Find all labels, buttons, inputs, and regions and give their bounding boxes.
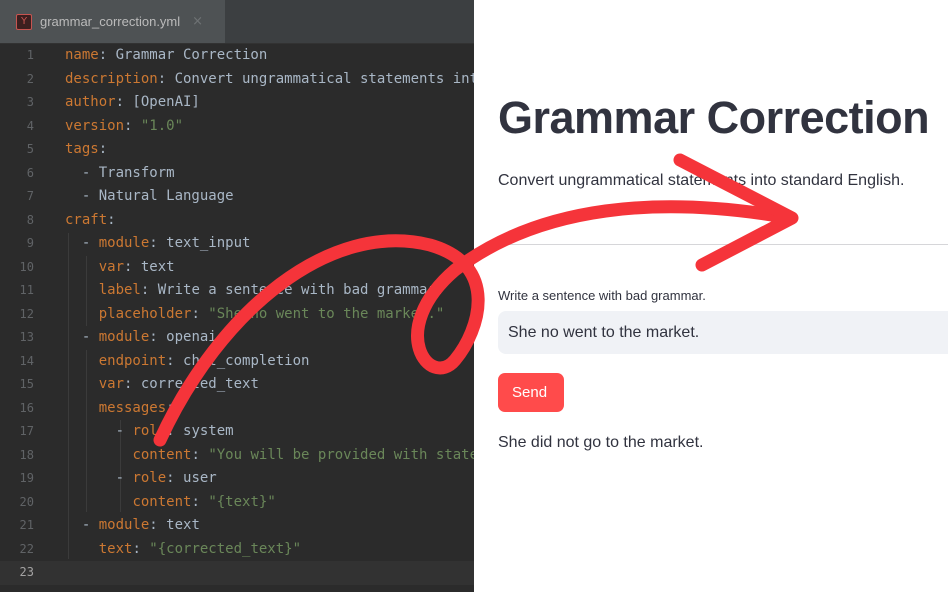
code-line[interactable]: 17 - role: system xyxy=(0,420,474,444)
code-text: - module: text_input xyxy=(65,235,251,251)
line-number: 15 xyxy=(19,377,34,391)
code-text: - module: openai xyxy=(65,329,217,345)
code-line[interactable]: 19 - role: user xyxy=(0,467,474,491)
code-line[interactable]: 1 name: Grammar Correction xyxy=(0,44,474,68)
code-line[interactable]: 7 - Natural Language xyxy=(0,185,474,209)
code-text: name: Grammar Correction xyxy=(65,47,268,63)
line-number: 3 xyxy=(26,95,34,109)
code-text: - Natural Language xyxy=(65,188,234,204)
line-number: 11 xyxy=(19,283,34,297)
line-number: 2 xyxy=(26,71,34,86)
editor-tab-bar: Y grammar_correction.yml × xyxy=(0,0,474,44)
code-text: content: "You will be provided with stat… xyxy=(132,446,474,463)
app-preview-pane: Grammar Correction Convert ungrammatical… xyxy=(474,0,948,592)
code-line[interactable]: 16 messages: xyxy=(0,397,474,421)
code-line[interactable]: 15 var: corrected_text xyxy=(0,373,474,397)
code-line[interactable]: 5 tags: xyxy=(0,138,474,162)
code-line[interactable]: 6 - Transform xyxy=(0,162,474,186)
code-text: label: Write a sentence with bad grammar… xyxy=(98,282,445,298)
code-area[interactable]: 1 name: Grammar Correction 2 description: C… xyxy=(0,44,474,585)
code-text: version: "1.0" xyxy=(65,117,184,134)
code-text: author: [OpenAI] xyxy=(65,94,200,110)
line-number: 18 xyxy=(19,447,34,462)
page-title: Grammar Correction xyxy=(498,92,930,143)
code-text: tags: xyxy=(65,141,108,157)
tab-filename: grammar_correction.yml xyxy=(40,14,181,29)
code-text: var: corrected_text xyxy=(98,376,259,392)
code-text: - role: system xyxy=(65,423,234,439)
line-number: 5 xyxy=(26,142,34,156)
line-number: 1 xyxy=(26,48,34,62)
code-line[interactable]: 21 - module: text xyxy=(0,514,474,538)
code-line[interactable]: 8 craft: xyxy=(0,209,474,233)
line-number: 23 xyxy=(19,565,34,579)
code-line[interactable]: 3 author: [OpenAI] xyxy=(0,91,474,115)
divider xyxy=(498,244,948,245)
output-text: She did not go to the market. xyxy=(498,434,704,451)
line-number: 22 xyxy=(19,541,34,556)
line-number: 16 xyxy=(19,400,34,415)
code-line[interactable]: 23 xyxy=(0,561,474,585)
line-number: 14 xyxy=(19,353,34,368)
code-line[interactable]: 12 placeholder: "She no went to the mark… xyxy=(0,303,474,327)
editor-tab[interactable]: Y grammar_correction.yml × xyxy=(0,0,225,43)
line-number: 6 xyxy=(26,165,34,180)
page-description: Convert ungrammatical statements into st… xyxy=(498,172,905,189)
line-number: 9 xyxy=(26,236,34,250)
code-line[interactable]: 14 endpoint: chat_completion xyxy=(0,350,474,374)
code-text: endpoint: chat_completion xyxy=(98,352,310,369)
code-line[interactable]: 10 var: text xyxy=(0,256,474,280)
input-label: Write a sentence with bad grammar. xyxy=(498,288,706,303)
line-number: 17 xyxy=(19,424,34,438)
yaml-file-icon: Y xyxy=(16,13,32,30)
code-text: content: "{text}" xyxy=(132,493,276,510)
code-line[interactable]: 2 description: Convert ungrammatical stat… xyxy=(0,68,474,92)
code-editor-pane: Y grammar_correction.yml × 1 name: Gramma… xyxy=(0,0,474,592)
line-number: 8 xyxy=(26,212,34,227)
line-number: 21 xyxy=(19,518,34,532)
send-button[interactable]: Send xyxy=(498,373,564,412)
code-text: description: Convert ungrammatical state… xyxy=(65,70,474,87)
line-number: 20 xyxy=(19,494,34,509)
code-text: craft: xyxy=(65,211,116,228)
code-text: - module: text xyxy=(65,517,200,533)
code-text: - Transform xyxy=(65,164,175,181)
line-number: 13 xyxy=(19,330,34,344)
line-number: 7 xyxy=(26,189,34,203)
code-line[interactable]: 11 label: Write a sentence with bad gram… xyxy=(0,279,474,303)
code-text: - role: user xyxy=(65,470,217,486)
code-line[interactable]: 9 - module: text_input xyxy=(0,232,474,256)
code-line[interactable]: 22 text: "{corrected_text}" xyxy=(0,538,474,562)
code-line[interactable]: 20 content: "{text}" xyxy=(0,491,474,515)
line-number: 19 xyxy=(19,471,34,485)
line-number: 4 xyxy=(26,118,34,133)
code-text: var: text xyxy=(98,258,175,275)
code-text: placeholder: "She no went to the market.… xyxy=(98,305,445,322)
sentence-input[interactable] xyxy=(498,311,948,354)
line-number: 12 xyxy=(19,306,34,321)
code-line[interactable]: 18 content: "You will be provided with s… xyxy=(0,444,474,468)
code-line[interactable]: 4 version: "1.0" xyxy=(0,115,474,139)
code-text: messages: xyxy=(98,399,175,416)
line-number: 10 xyxy=(19,259,34,274)
code-line[interactable]: 13 - module: openai xyxy=(0,326,474,350)
close-icon[interactable]: × xyxy=(192,14,203,29)
code-text: text: "{corrected_text}" xyxy=(98,540,302,557)
